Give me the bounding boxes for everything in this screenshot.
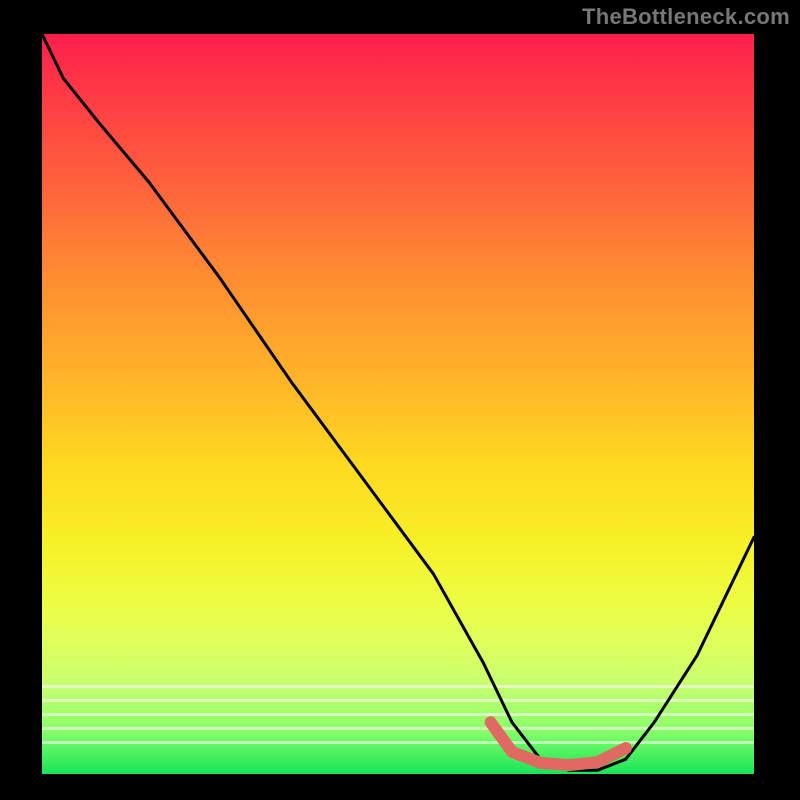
- chart-container: TheBottleneck.com: [0, 0, 800, 800]
- plot-area: [42, 34, 754, 774]
- bottleneck-curve: [42, 34, 754, 770]
- highlight-end-dot: [620, 742, 632, 754]
- watermark-text: TheBottleneck.com: [582, 4, 790, 30]
- curve-layer: [42, 34, 754, 774]
- optimal-range-highlight: [491, 722, 626, 765]
